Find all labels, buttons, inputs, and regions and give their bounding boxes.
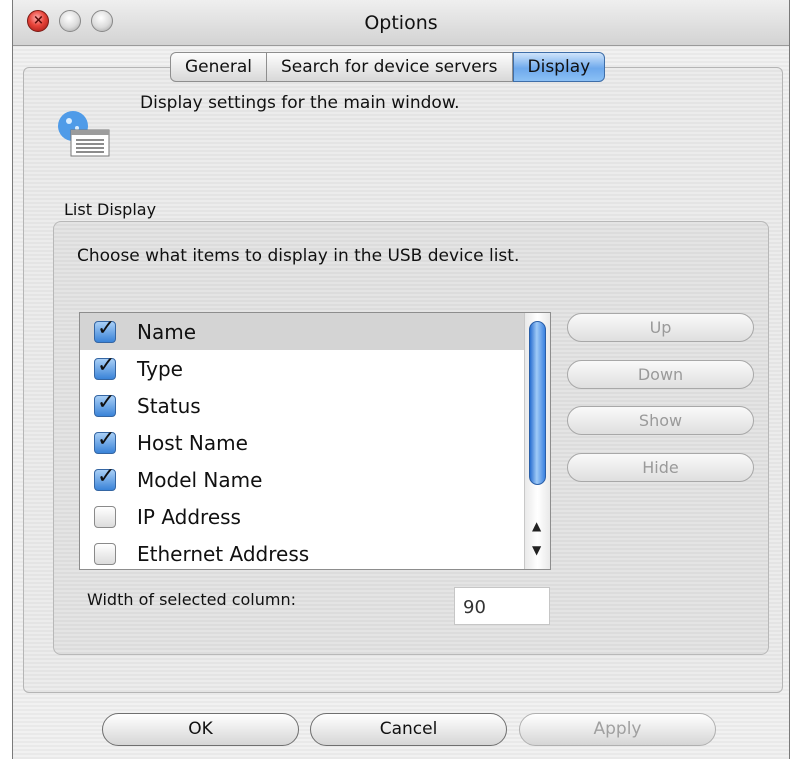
checkbox-type[interactable]: ✓	[94, 353, 116, 380]
column-list-items: ✓ Name ✓ Type ✓ Status ✓ Host Name ✓ Mod…	[80, 313, 524, 569]
window-title: Options	[364, 12, 438, 34]
list-item-model-name[interactable]: ✓ Model Name	[80, 461, 524, 498]
checkmark-icon: ✓	[97, 315, 116, 341]
list-item-label: IP Address	[137, 504, 241, 529]
column-width-label: Width of selected column:	[87, 590, 296, 609]
tab-bar: General Search for device servers Displa…	[170, 52, 606, 82]
list-item-ip-address[interactable]: IP Address	[80, 498, 524, 535]
scroll-up-arrow-icon[interactable]: ▲	[532, 519, 541, 533]
list-item-label: Type	[137, 356, 183, 381]
checkbox-model-name[interactable]: ✓	[94, 464, 116, 491]
ok-button[interactable]: OK	[102, 713, 299, 746]
display-settings-icon	[58, 111, 110, 157]
checkbox-name[interactable]: ✓	[94, 316, 116, 343]
list-item-status[interactable]: ✓ Status	[80, 387, 524, 424]
list-item-label: Model Name	[137, 467, 263, 492]
column-width-field[interactable]: 90	[454, 587, 550, 625]
checkbox-status[interactable]: ✓	[94, 390, 116, 417]
options-window: × Options General Search for device serv…	[12, 0, 790, 759]
list-item-ethernet-address[interactable]: Ethernet Address	[80, 535, 524, 569]
up-button[interactable]: Up	[567, 313, 754, 342]
checkmark-icon: ✓	[97, 389, 116, 415]
list-item-host-name[interactable]: ✓ Host Name	[80, 424, 524, 461]
list-display-description: Choose what items to display in the USB …	[77, 246, 520, 266]
list-item-name[interactable]: ✓ Name	[80, 313, 524, 350]
checkmark-icon: ✓	[97, 352, 116, 378]
down-button[interactable]: Down	[567, 360, 754, 389]
list-display-label: List Display	[64, 200, 157, 219]
tab-general[interactable]: General	[170, 52, 267, 82]
scroll-down-arrow-icon[interactable]: ▼	[532, 543, 541, 557]
list-item-label: Ethernet Address	[137, 541, 310, 566]
scrollbar-thumb[interactable]	[529, 321, 546, 485]
title-bar[interactable]: × Options	[13, 0, 789, 46]
list-item-label: Host Name	[137, 430, 248, 455]
checkmark-icon: ✓	[97, 463, 116, 489]
list-item-label: Name	[137, 319, 197, 344]
list-scrollbar[interactable]: ▲ ▼	[524, 313, 550, 569]
column-list[interactable]: ✓ Name ✓ Type ✓ Status ✓ Host Name ✓ Mod…	[79, 312, 551, 570]
tab-display[interactable]: Display	[512, 52, 606, 82]
list-item-label: Status	[137, 393, 201, 418]
apply-button[interactable]: Apply	[519, 713, 716, 746]
list-item-type[interactable]: ✓ Type	[80, 350, 524, 387]
checkbox-ethernet-address[interactable]	[94, 542, 116, 565]
tab-search-for-device-servers[interactable]: Search for device servers	[267, 52, 513, 82]
show-button[interactable]: Show	[567, 406, 754, 435]
checkmark-icon: ✓	[97, 426, 116, 452]
checkbox-ip-address[interactable]	[94, 505, 116, 528]
checkbox-host-name[interactable]: ✓	[94, 427, 116, 454]
hide-button[interactable]: Hide	[567, 453, 754, 482]
display-settings-description: Display settings for the main window.	[140, 93, 460, 113]
cancel-button[interactable]: Cancel	[310, 713, 507, 746]
